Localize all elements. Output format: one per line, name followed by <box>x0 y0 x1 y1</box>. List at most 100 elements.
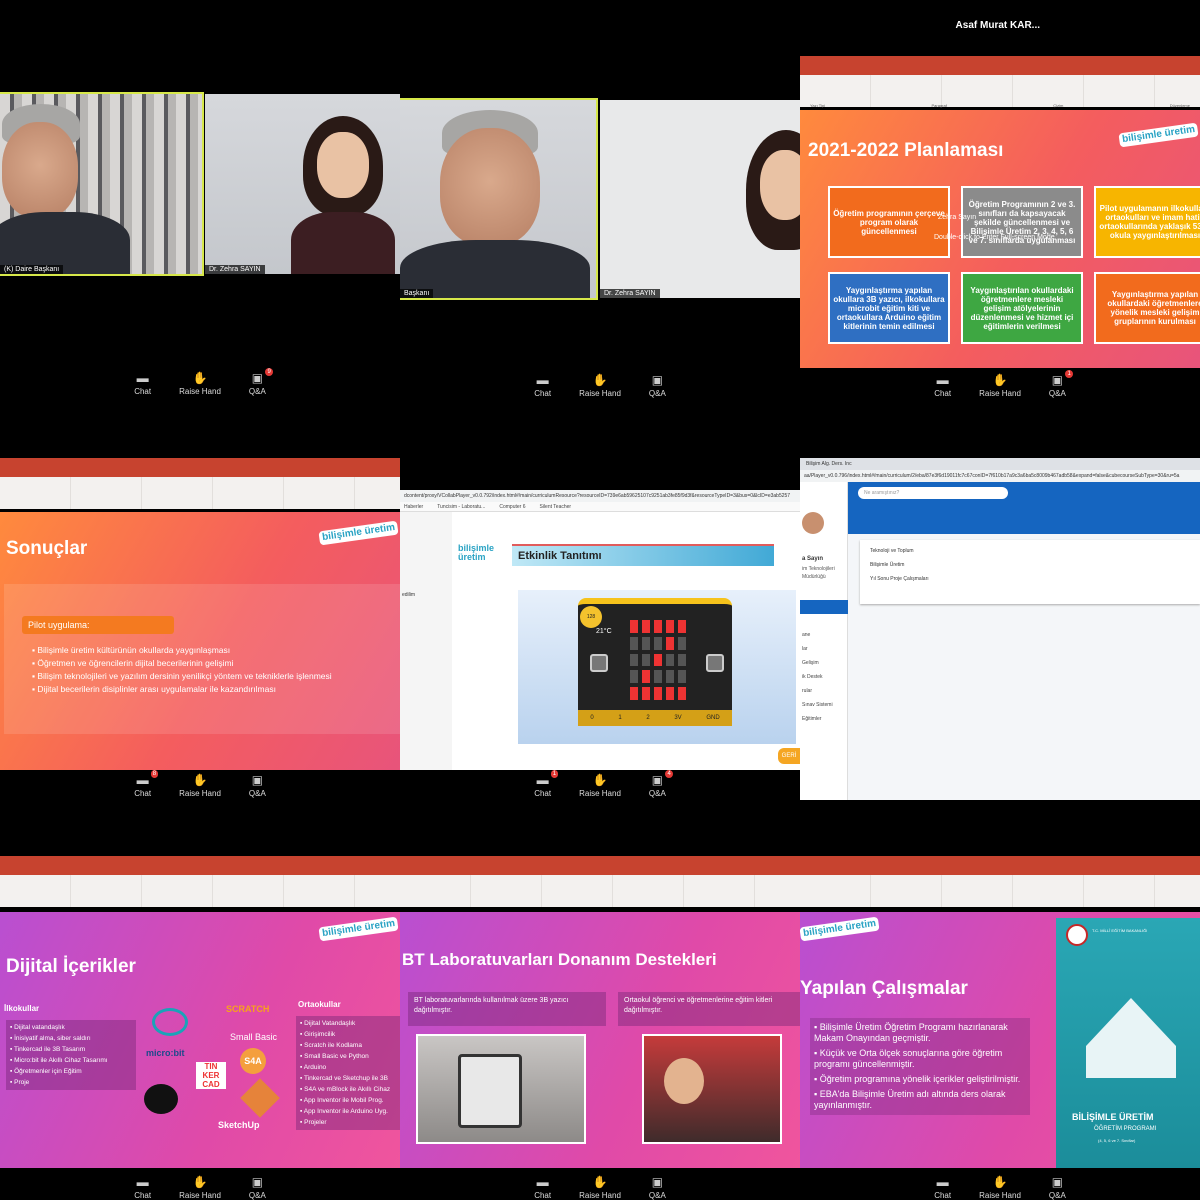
chat-icon: ▬ <box>136 371 149 385</box>
sidebar-item[interactable]: Sınav Sistemi <box>802 698 833 712</box>
sidebar-active-item[interactable] <box>800 600 848 614</box>
primary-list: Dijital vatandaşlık İnisiyatif alma, sib… <box>6 1020 136 1090</box>
list-item: Dijital becerilerin disiplinler arası uy… <box>32 683 400 696</box>
bookmark[interactable]: Tuncisim - Laboratu... <box>437 502 485 511</box>
raise-hand-button[interactable]: ✋ Raise Hand <box>179 372 221 396</box>
sidebar-item[interactable]: ik Destek <box>802 670 833 684</box>
chat-button[interactable]: ▬ 1 Chat <box>534 770 559 798</box>
list-item: Projeler <box>300 1117 396 1128</box>
chat-button[interactable]: ▬ Chat <box>534 1176 551 1200</box>
temperature-readout: 21°C <box>596 628 612 635</box>
slide-digital-content: Dijital İçerikler bilişimle üretim İlkok… <box>0 912 400 1168</box>
avatar <box>802 512 824 534</box>
qa-button[interactable]: ▣ Q&A <box>649 1176 666 1200</box>
chat-button[interactable]: ▬ Chat <box>134 1176 151 1200</box>
zoom-window-9: bilişimle üretim Yapılan Çalışmalar Bili… <box>800 800 1200 1200</box>
host-name: Asaf Murat KAR... <box>955 20 1040 31</box>
sidebar-item[interactable]: ane <box>802 628 833 642</box>
side-panel: edilim <box>400 512 452 770</box>
meeting-controls: ▬ Chat ✋ Raise Hand ▣ Q&A <box>0 1176 400 1200</box>
address-bar[interactable]: dcontent/proxy/VCollabPlayer_v0.0.792/in… <box>400 490 800 502</box>
bilisimle-logo: bilişimle üretim <box>1118 122 1199 148</box>
raise-hand-button[interactable]: ✋ Raise Hand <box>179 1176 221 1200</box>
qa-button[interactable]: ▣ 1 Q&A <box>1049 370 1073 398</box>
list-item: Bilişim teknolojileri ve yazılım dersini… <box>32 670 400 683</box>
list-item: Bilişimle üretim kültürünün okullarda ya… <box>32 644 400 657</box>
qa-button[interactable]: ▣ Q&A <box>1049 1176 1066 1200</box>
chat-button[interactable]: ▬ 8 Chat <box>134 770 159 798</box>
eba-sidebar: a Sayın im Teknolojileri Müdürlüğü ane l… <box>800 482 848 800</box>
scratch-logo: SCRATCH <box>226 1004 270 1014</box>
participant-name: (K) Daire Başkanı <box>0 265 64 274</box>
address-bar[interactable]: aa/Player_v0.0.796/index.html#/main/curr… <box>800 470 1200 482</box>
powerpoint-ribbon <box>400 856 800 907</box>
hand-icon: ✋ <box>192 371 208 385</box>
raise-hand-button[interactable]: ✋ Raise Hand <box>579 1176 621 1200</box>
raise-hand-button[interactable]: ✋ Raise Hand <box>179 774 221 798</box>
qa-button[interactable]: ▣ Q&A <box>249 1176 266 1200</box>
qa-badge: 1 <box>1065 370 1073 378</box>
ministry-name: T.C. MİLLÎ EĞİTİM BAKANLIĞI <box>1092 928 1148 933</box>
zoom-window-6: Bilişim Alg. Ders. Inc aa/Player_v0.0.79… <box>800 400 1200 800</box>
students-photo <box>642 1034 782 1144</box>
browser-window: dcontent/proxy/VCollabPlayer_v0.0.792/in… <box>400 490 800 770</box>
sidebar-menu: ane lar Gelişim ik Destek rular Sınav Si… <box>802 628 833 726</box>
chat-button[interactable]: ▬ Chat <box>934 1176 951 1200</box>
video-tile-speaker[interactable]: (K) Daire Başkanı <box>0 92 204 276</box>
browser-tab[interactable]: Bilişim Alg. Ders. Inc <box>800 458 1200 470</box>
chat-icon: ▬ <box>936 373 949 387</box>
raise-hand-button[interactable]: ✋ Raise Hand <box>579 374 621 398</box>
qa-button[interactable]: ▣ 9 Q&A <box>249 368 273 396</box>
qa-icon: ▣ <box>1051 1175 1064 1189</box>
raise-hand-button[interactable]: ✋ Raise Hand <box>579 774 621 798</box>
video-tile-zehra[interactable]: Dr. Zehra SAYIN <box>205 94 400 274</box>
button-a[interactable] <box>590 654 608 672</box>
bookmark[interactable]: Silent Teacher <box>539 502 571 511</box>
list-item: Proje <box>10 1077 132 1088</box>
menu-item[interactable]: Teknoloji ve Toplum <box>870 544 1190 558</box>
menu-item[interactable]: Yıl Sonu Proje Çalışmaları <box>870 572 1190 586</box>
sidebar-item[interactable]: Gelişim <box>802 656 833 670</box>
list-item: App Inventor ile Arduino Uyg. <box>300 1106 396 1117</box>
list-item: Öğretmen ve öğrencilerin dijital beceril… <box>32 657 400 670</box>
video-tile-speaker[interactable]: Başkanı <box>400 98 598 300</box>
slide-title: Dijital İçerikler <box>6 956 136 977</box>
hand-icon: ✋ <box>192 1175 208 1189</box>
results-list: Bilişimle üretim kültürünün okullarda ya… <box>32 644 400 696</box>
participant-name: Dr. Zehra SAYIN <box>600 289 660 298</box>
powerpoint-ribbon <box>800 856 1200 907</box>
activity-title: Etkinlik Tanıtımı <box>512 544 774 566</box>
button-b[interactable] <box>706 654 724 672</box>
qa-button[interactable]: ▣ Q&A <box>249 774 266 798</box>
screen-share-overlay: Zehra Sayın <box>938 214 977 221</box>
menu-item[interactable]: Bilişimle Üretim <box>870 558 1190 572</box>
hand-icon: ✋ <box>992 373 1008 387</box>
microbit-simulator[interactable]: 128 21°C 0 1 2 3V GND <box>518 590 796 744</box>
meeting-controls: ▬ Chat ✋ Raise Hand ▣ 1 Q&A <box>800 370 1200 398</box>
sidebar-item[interactable]: lar <box>802 642 833 656</box>
qa-button[interactable]: ▣ Q&A <box>649 374 666 398</box>
sidebar-item[interactable]: rular <box>802 684 833 698</box>
search-input[interactable]: Ne aramıştınız? <box>858 487 1008 499</box>
slide-title: BT Laboratuvarları Donanım Destekleri <box>402 950 717 969</box>
raise-hand-button[interactable]: ✋ Raise Hand <box>979 1176 1021 1200</box>
bookmark[interactable]: Computer 6 <box>499 502 525 511</box>
chat-button[interactable]: ▬ Chat <box>134 372 151 396</box>
list-item: Dijital vatandaşlık <box>10 1022 132 1033</box>
participant-name: Başkanı <box>400 289 434 298</box>
bilisimle-logo: bilişimle üretim <box>318 520 399 546</box>
hand-icon: ✋ <box>592 373 608 387</box>
left-heading: İlkokullar <box>4 1004 40 1013</box>
back-button[interactable]: GERİ <box>778 748 800 764</box>
qa-button[interactable]: ▣ 4 Q&A <box>649 770 673 798</box>
bookmark[interactable]: Haberler <box>404 502 423 511</box>
chat-button[interactable]: ▬ Chat <box>934 374 951 398</box>
qa-icon: ▣ <box>251 1175 264 1189</box>
raise-hand-button[interactable]: ✋ Raise Hand <box>979 374 1021 398</box>
chat-button[interactable]: ▬ Chat <box>534 374 551 398</box>
curriculum-book-cover: T.C. MİLLÎ EĞİTİM BAKANLIĞI BİLİŞİMLE ÜR… <box>1056 918 1200 1168</box>
plan-box-6: Yaygınlaştırma yapılan okullardaki öğret… <box>1094 272 1200 344</box>
eba-banner <box>848 504 1200 534</box>
video-tile-zehra[interactable]: Dr. Zehra SAYIN <box>600 100 800 298</box>
sidebar-item[interactable]: Eğitimler <box>802 712 833 726</box>
